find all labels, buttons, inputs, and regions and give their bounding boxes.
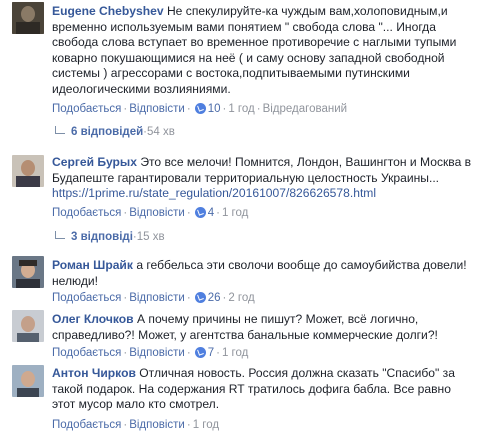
avatar[interactable] [12, 365, 44, 397]
reply-arrow-icon [55, 126, 65, 134]
comment-link[interactable]: https://1prime.ru/state_regulation/20161… [52, 186, 376, 200]
comment-time[interactable]: 1 год [222, 207, 248, 219]
edited-label[interactable]: Відредагований [263, 103, 348, 115]
comment-author[interactable]: Олег Клочков [52, 312, 134, 326]
replies-time: 15 хв [136, 231, 165, 243]
avatar-photo-icon [12, 256, 44, 288]
view-replies[interactable]: 3 відповіді·15 хв [55, 230, 165, 244]
comment-time[interactable]: 1 год [222, 347, 248, 359]
avatar[interactable] [12, 256, 44, 288]
like-button[interactable]: Подобається [52, 207, 121, 219]
comment-actions: Подобається · Відповісти · 7 · 1 год [52, 347, 249, 359]
reply-button[interactable]: Відповісти [129, 103, 185, 115]
reply-button[interactable]: Відповісти [129, 347, 185, 359]
comment-author[interactable]: Eugene Chebyshev [52, 4, 164, 18]
comment-body: Сергей Бурых Это все мелочи! Помнится, Л… [52, 155, 472, 202]
replies-time: 54 хв [147, 126, 175, 138]
comment-body: Роман Шрайк а геббельса эти сволочи вооб… [52, 258, 472, 289]
comment-actions: Подобається · Відповісти · 10 · 1 год · Відредаг… [52, 103, 348, 115]
comment-time[interactable]: 1 год [228, 103, 254, 115]
avatar-photo-icon [12, 155, 44, 187]
comment-body: Антон Чирков Отличная новость. Россия до… [52, 366, 472, 413]
reply-arrow-icon [55, 231, 65, 239]
like-button[interactable]: Подобається [52, 103, 121, 115]
like-button[interactable]: Подобається [52, 347, 121, 359]
like-icon [194, 103, 206, 114]
avatar-photo-icon [12, 310, 44, 342]
comment-body: Олег Клочков А почему причины не пишут? … [52, 312, 472, 343]
avatar-photo-icon [12, 2, 44, 34]
reply-button[interactable]: Відповісти [129, 292, 185, 304]
comment-author[interactable]: Антон Чирков [52, 366, 136, 380]
comment-time[interactable]: 2 год [228, 292, 254, 304]
like-icon [194, 207, 206, 218]
comment-body: Eugene Chebyshev Не спекулируйте-ка чужд… [52, 4, 472, 97]
replies-count[interactable]: 6 відповідей [71, 126, 143, 138]
comment-actions: Подобається · Відповісти · 26 · 2 год [52, 292, 255, 304]
comment-time[interactable]: 1 год [193, 419, 219, 431]
view-replies[interactable]: 6 відповідей·54 хв [55, 125, 175, 139]
like-count[interactable]: 7 [208, 347, 214, 359]
like-count[interactable]: 10 [208, 103, 221, 115]
comment-author[interactable]: Роман Шрайк [52, 258, 133, 272]
like-count[interactable]: 26 [208, 292, 221, 304]
like-icon [194, 347, 206, 358]
avatar[interactable] [12, 310, 44, 342]
like-count[interactable]: 4 [208, 207, 214, 219]
like-icon [194, 292, 206, 303]
comment-actions: Подобається · Відповісти · 4 · 1 год [52, 207, 249, 219]
avatar-photo-icon [12, 365, 44, 397]
like-button[interactable]: Подобається [52, 419, 121, 431]
replies-count[interactable]: 3 відповіді [71, 231, 133, 243]
like-button[interactable]: Подобається [52, 292, 121, 304]
comment-author[interactable]: Сергей Бурых [52, 155, 137, 169]
avatar[interactable] [12, 155, 44, 187]
avatar[interactable] [12, 2, 44, 34]
comment-actions: Подобається · Відповісти · 1 год [52, 419, 220, 431]
reply-button[interactable]: Відповісти [129, 207, 185, 219]
reply-button[interactable]: Відповісти [129, 419, 185, 431]
